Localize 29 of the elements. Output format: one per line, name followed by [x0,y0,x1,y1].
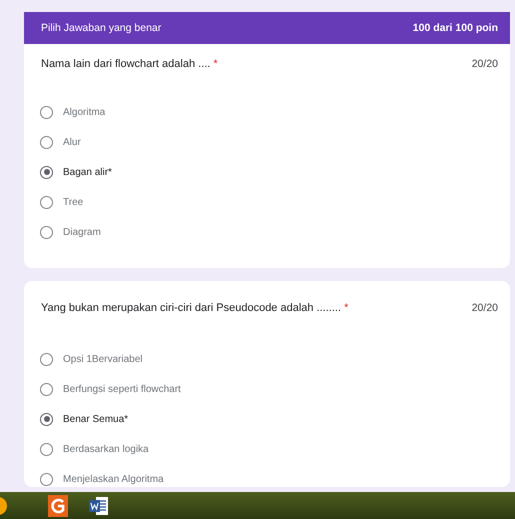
option-label[interactable]: Benar Semua* [63,414,128,424]
option-label[interactable]: Opsi 1Bervariabel [63,354,142,364]
option-label[interactable]: Berfungsi seperti flowchart [63,384,181,394]
radio-button[interactable] [40,412,53,426]
points-text: 20/20 [472,302,498,314]
option-label[interactable]: Diagram [63,226,101,238]
question-text: Yang bukan merupakan ciri-ciri dari Pseudocode adalah ........ * [41,302,348,314]
document-icon[interactable] [88,494,110,516]
radio-button[interactable] [40,106,53,118]
radio-button[interactable] [40,166,53,178]
option-label[interactable]: Bagan alir* [63,166,112,178]
option-label[interactable]: Algoritma [63,106,106,118]
option-label[interactable]: Menjelaskan Algoritma [63,474,164,484]
radio-button[interactable] [40,226,53,238]
radio-button[interactable] [40,196,53,208]
radio-button[interactable] [40,382,53,396]
option-label[interactable]: Alur [63,136,81,148]
app-icon[interactable] [0,494,9,516]
app-icon[interactable] [46,492,70,518]
option-label[interactable]: Berdasarkan logika [63,444,149,454]
score-text: 100 dari 100 poin [412,22,498,34]
points-text: 20/20 [472,58,498,70]
option-label[interactable]: Tree [63,196,84,208]
radio-button[interactable] [40,472,53,486]
radio-button[interactable] [40,352,53,366]
section-title: Pilih Jawaban yang benar [41,22,162,34]
radio-button[interactable] [40,442,53,456]
radio-button[interactable] [40,136,53,148]
question-text: Nama lain dari flowchart adalah .... * [41,58,218,70]
